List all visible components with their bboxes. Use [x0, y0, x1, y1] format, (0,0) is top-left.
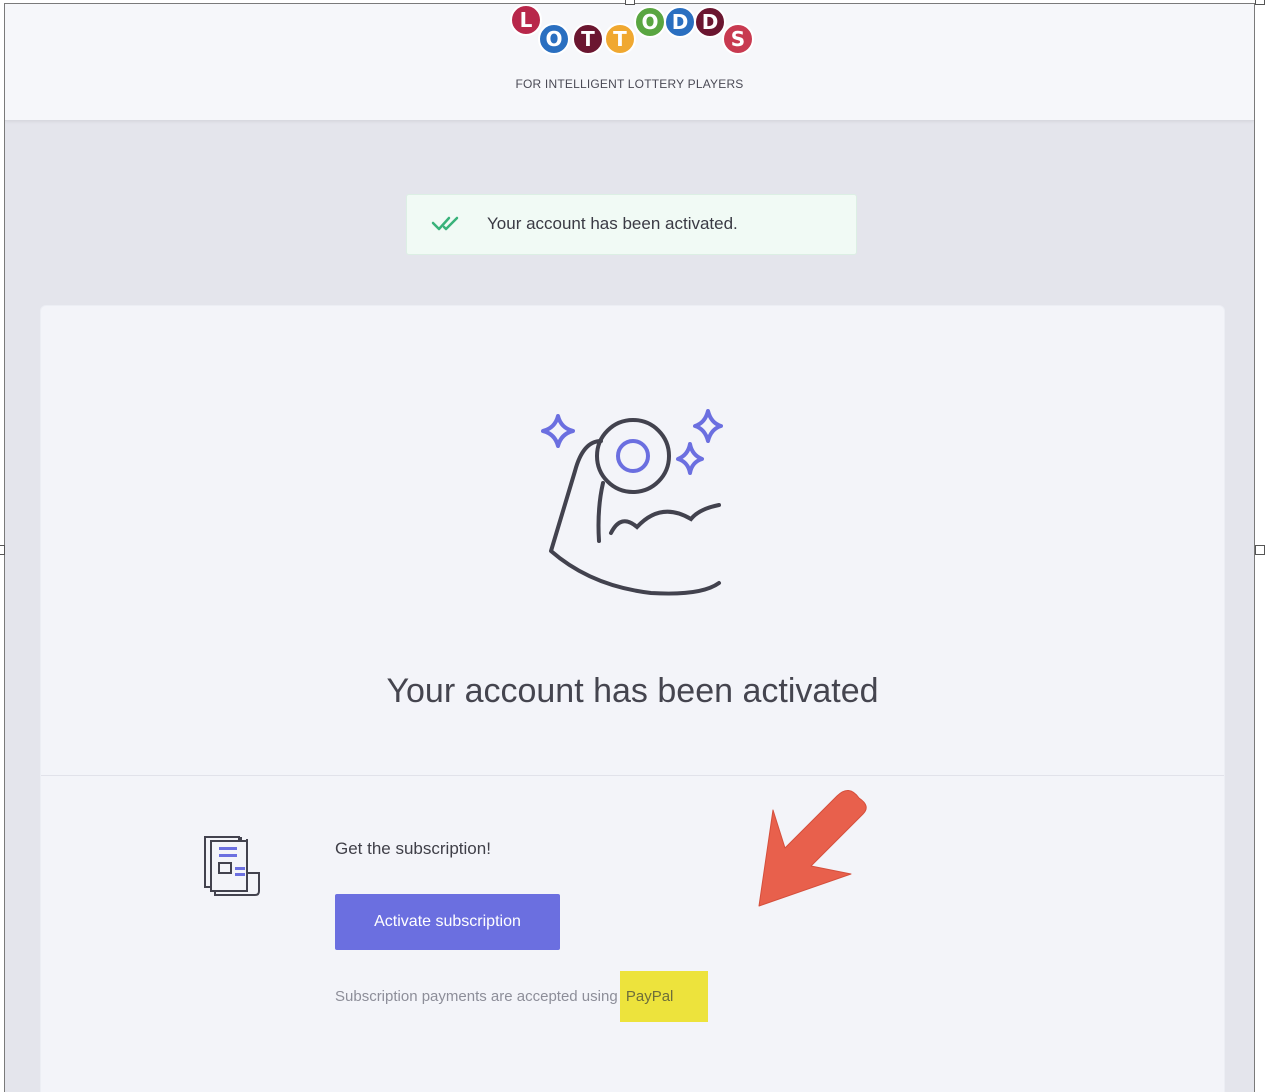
- subscription-heading: Get the subscription!: [335, 839, 491, 858]
- newspaper-icon: [201, 833, 267, 903]
- logo-ball: S: [722, 23, 754, 55]
- browser-viewport: L O T T O D D S FOR INTELLIGENT LOTTERY …: [4, 3, 1255, 1092]
- lottodds-logo[interactable]: L O T T O D D S: [510, 4, 760, 62]
- logo-tagline: FOR INTELLIGENT LOTTERY PLAYERS: [515, 77, 744, 91]
- payment-note-text: Subscription payments are accepted using: [335, 988, 618, 1005]
- logo-ball: O: [634, 6, 666, 38]
- payment-note: Subscription payments are accepted using…: [335, 971, 709, 1022]
- site-header: L O T T O D D S FOR INTELLIGENT LOTTERY …: [5, 4, 1254, 121]
- resize-handle[interactable]: [0, 545, 5, 555]
- double-check-icon: [431, 215, 463, 237]
- resize-handle[interactable]: [625, 0, 635, 5]
- logo-ball: O: [538, 23, 570, 55]
- arrow-pointer-icon: [755, 774, 885, 918]
- strong-arm-icon: [531, 401, 731, 605]
- logo-ball: D: [664, 6, 696, 38]
- activation-card: Your account has been activated Get the …: [40, 305, 1225, 1092]
- resize-handle[interactable]: [1255, 0, 1265, 5]
- logo-ball: L: [510, 4, 542, 36]
- activate-subscription-button[interactable]: Activate subscription: [335, 894, 560, 950]
- logo-ball: D: [694, 6, 726, 38]
- logo-ball: T: [572, 23, 604, 55]
- logo-ball: T: [604, 23, 636, 55]
- success-alert: Your account has been activated.: [406, 194, 857, 255]
- resize-handle[interactable]: [1255, 545, 1265, 555]
- page-title: Your account has been activated: [386, 672, 879, 710]
- paypal-highlight: PayPal: [619, 971, 709, 1022]
- divider: [41, 775, 1224, 776]
- alert-message: Your account has been activated.: [487, 214, 738, 233]
